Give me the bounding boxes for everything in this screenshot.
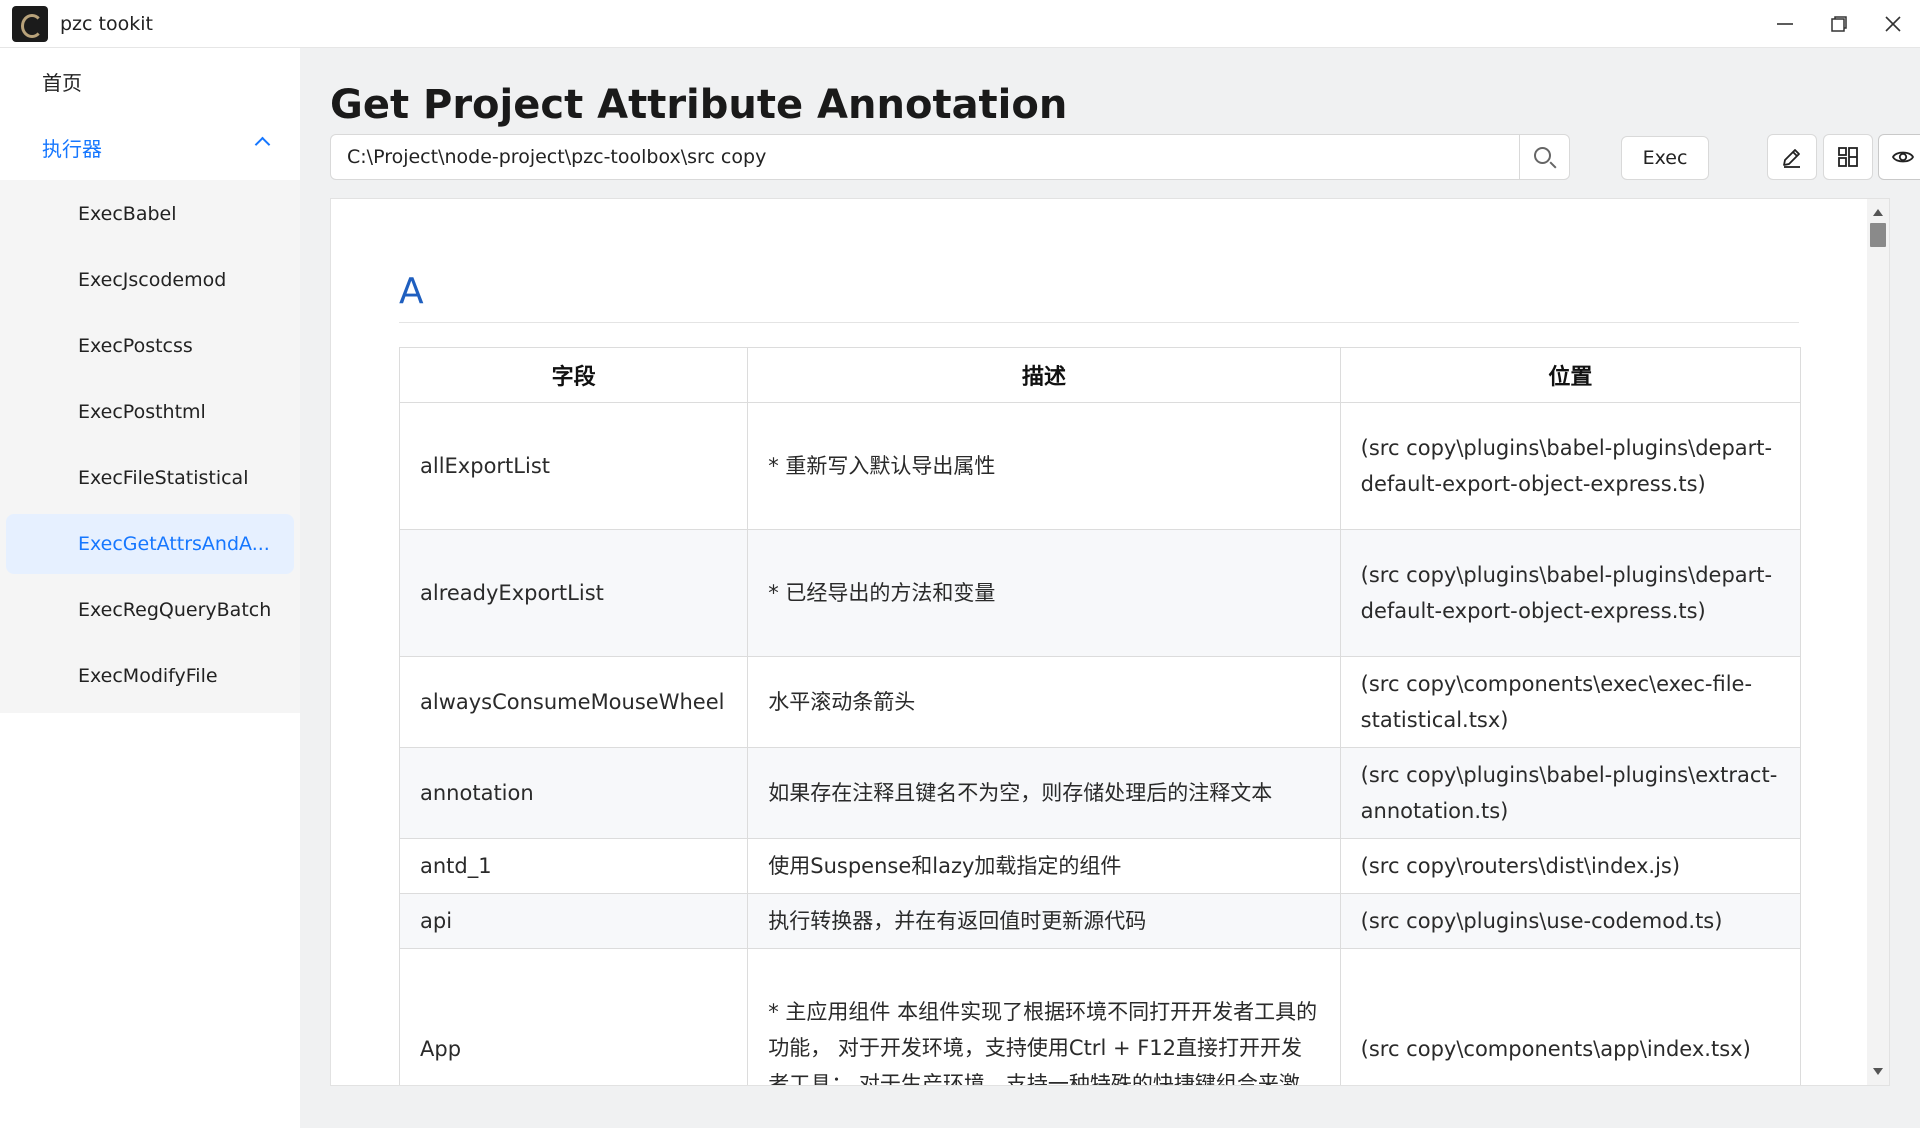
scroll-up-arrow-icon[interactable]	[1873, 209, 1883, 216]
restore-icon	[1831, 16, 1847, 32]
vertical-scrollbar[interactable]	[1867, 199, 1889, 1085]
cell-description: 使用Suspense和lazy加载指定的组件	[747, 838, 1341, 894]
table-row: alwaysConsumeMouseWheel 水平滚动条箭头 (src cop…	[398, 656, 1802, 748]
cell-location: (src copy\plugins\babel-plugins\depart-d…	[1339, 402, 1802, 530]
layout-icon	[1838, 147, 1858, 167]
scroll-down-arrow-icon[interactable]	[1873, 1068, 1883, 1075]
close-icon	[1885, 16, 1901, 32]
app-logo-icon	[12, 5, 48, 42]
path-search-box	[330, 134, 1570, 180]
sidebar-item-execjscodemod[interactable]: ExecJscodemod	[6, 250, 294, 310]
layout-button[interactable]	[1823, 134, 1873, 180]
cell-location: (src copy\plugins\babel-plugins\extract-…	[1339, 747, 1802, 839]
table-row: api 执行转换器，并在有返回值时更新源代码 (src copy\plugins…	[398, 893, 1802, 949]
table-row: annotation 如果存在注释且键名不为空，则存储处理后的注释文本 (src…	[398, 747, 1802, 839]
cell-location: (src copy\components\exec\exec-file-stat…	[1339, 656, 1802, 748]
cell-description: * 已经导出的方法和变量	[747, 529, 1341, 657]
cell-field: api	[398, 893, 749, 949]
search-icon	[1534, 146, 1551, 164]
column-header-location: 位置	[1339, 347, 1802, 403]
page-title: Get Project Attribute Annotation	[330, 82, 1068, 128]
path-input[interactable]	[331, 135, 1519, 179]
cell-field: annotation	[398, 747, 749, 839]
column-header-field: 字段	[398, 347, 749, 403]
main-area: Get Project Attribute Annotation Exec A …	[300, 48, 1920, 1128]
sidebar-item-execposthtml[interactable]: ExecPosthtml	[6, 382, 294, 442]
sidebar-item-execregquerybatch[interactable]: ExecRegQueryBatch	[6, 580, 294, 640]
cell-location: (src copy\components\app\index.tsx)	[1339, 948, 1802, 1085]
table-row: allExportList * 重新写入默认导出属性 (src copy\plu…	[398, 402, 1802, 530]
sidebar-item-execmodifyfile[interactable]: ExecModifyFile	[6, 646, 294, 706]
attribute-table: 字段 描述 位置 allExportList * 重新写入默认导出属性 (src…	[398, 347, 1802, 1086]
cell-description: * 重新写入默认导出属性	[747, 402, 1341, 530]
sidebar: 首页 执行器 ExecBabel ExecJscodemod ExecPostc…	[0, 48, 300, 1128]
cell-location: (src copy\routers\dist\index.js)	[1339, 838, 1802, 894]
cell-field: App	[398, 948, 749, 1085]
edit-button[interactable]	[1767, 134, 1817, 180]
preview-button[interactable]	[1878, 134, 1920, 180]
exec-button[interactable]: Exec	[1621, 136, 1709, 180]
sidebar-item-home[interactable]: 首页	[0, 48, 300, 114]
table-header-row: 字段 描述 位置	[398, 347, 1802, 403]
column-header-description: 描述	[747, 347, 1341, 403]
section-heading: A	[399, 271, 424, 312]
sidebar-item-execbabel[interactable]: ExecBabel	[6, 184, 294, 244]
cell-field: alwaysConsumeMouseWheel	[398, 656, 749, 748]
minimize-icon	[1777, 23, 1793, 25]
title-bar: pzc tookit	[0, 0, 1920, 48]
edit-icon	[1783, 149, 1800, 168]
sidebar-item-execfilestatistical[interactable]: ExecFileStatistical	[6, 448, 294, 508]
cell-location: (src copy\plugins\babel-plugins\depart-d…	[1339, 529, 1802, 657]
eye-icon	[1891, 151, 1915, 163]
sidebar-item-execgetattrsandannotation[interactable]: ExecGetAttrsAndA...	[6, 514, 294, 574]
cell-description: 执行转换器，并在有返回值时更新源代码	[747, 893, 1341, 949]
cell-description: 如果存在注释且键名不为空，则存储处理后的注释文本	[747, 747, 1341, 839]
close-button[interactable]	[1866, 0, 1920, 48]
cell-location: (src copy\plugins\use-codemod.ts)	[1339, 893, 1802, 949]
sidebar-item-execpostcss[interactable]: ExecPostcss	[6, 316, 294, 376]
minimize-button[interactable]	[1758, 0, 1812, 48]
sidebar-submenu: ExecBabel ExecJscodemod ExecPostcss Exec…	[0, 180, 300, 713]
table-row: App * 主应用组件 本组件实现了根据环境不同打开开发者工具的功能， 对于开发…	[398, 948, 1802, 1086]
table-row: antd_1 使用Suspense和lazy加载指定的组件 (src copy\…	[398, 838, 1802, 894]
search-button[interactable]	[1519, 135, 1569, 179]
cell-field: antd_1	[398, 838, 749, 894]
cell-description: * 主应用组件 本组件实现了根据环境不同打开开发者工具的功能， 对于开发环境，支…	[747, 948, 1341, 1086]
cell-field: alreadyExportList	[398, 529, 749, 657]
chevron-up-icon	[254, 136, 271, 153]
cell-description-text: * 主应用组件 本组件实现了根据环境不同打开开发者工具的功能， 对于开发环境，支…	[768, 999, 1318, 1086]
table-row: alreadyExportList * 已经导出的方法和变量 (src copy…	[398, 529, 1802, 657]
restore-button[interactable]	[1812, 0, 1866, 48]
window-controls	[1758, 0, 1920, 48]
app-title: pzc tookit	[60, 12, 153, 35]
section-divider	[399, 322, 1799, 323]
sidebar-group-executors[interactable]: 执行器	[0, 114, 300, 180]
preview-panel: A 字段 描述 位置 allExportList * 重新写入默认导出属性 (s…	[330, 198, 1890, 1086]
scroll-thumb[interactable]	[1870, 223, 1886, 247]
sidebar-group-label: 执行器	[42, 136, 102, 161]
cell-description: 水平滚动条箭头	[747, 656, 1341, 748]
cell-field: allExportList	[398, 402, 749, 530]
